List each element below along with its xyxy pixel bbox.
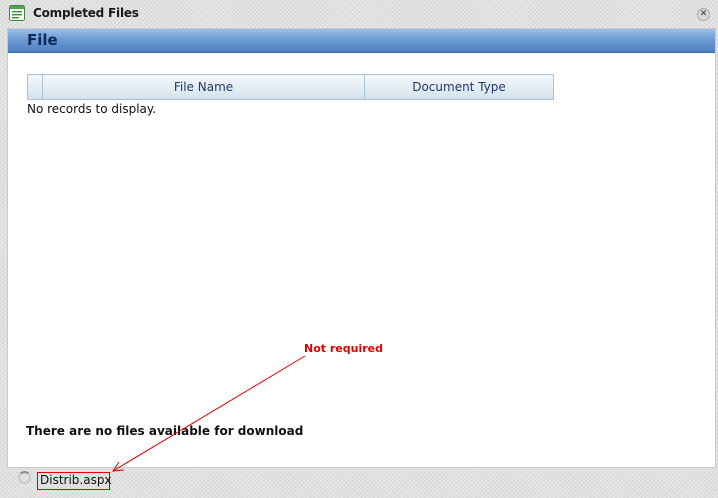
column-header-document-type[interactable]: Document Type — [364, 75, 553, 99]
files-grid-header: File Name Document Type — [27, 74, 554, 100]
no-files-message: There are no files available for downloa… — [26, 424, 304, 438]
list-document-icon — [9, 5, 25, 21]
section-title: File — [27, 31, 58, 49]
column-header-file-name[interactable]: File Name — [42, 75, 364, 99]
grid-row-selector-column — [28, 75, 42, 99]
completed-files-window: Completed Files ✕ File File Name Documen… — [0, 0, 718, 498]
content-panel: File File Name Document Type No records … — [7, 28, 716, 468]
section-header: File — [8, 29, 715, 53]
close-icon[interactable]: ✕ — [697, 8, 710, 21]
annotation-label: Not required — [304, 342, 383, 355]
status-text: Distrib.aspx — [37, 472, 112, 490]
loading-spinner-icon — [18, 471, 31, 484]
title-bar: Completed Files ✕ — [0, 0, 718, 28]
grid-empty-message: No records to display. — [27, 102, 157, 116]
window-title: Completed Files — [33, 6, 139, 20]
